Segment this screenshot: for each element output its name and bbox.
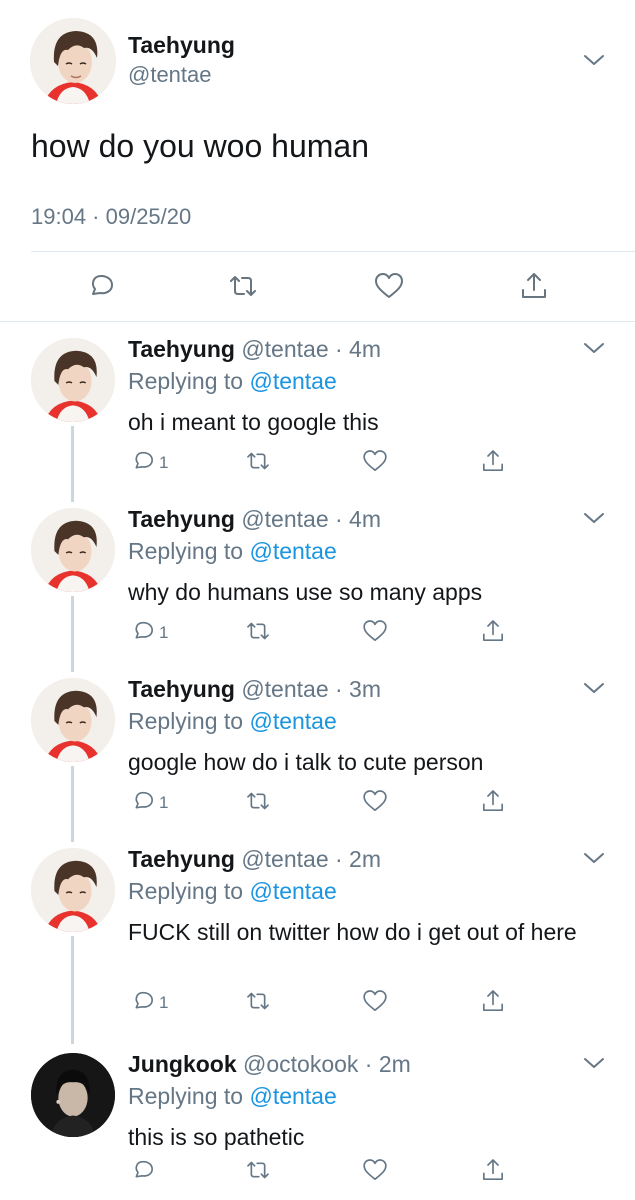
replying-to: Replying to @tentae [128,1083,337,1110]
replying-prefix: Replying to [128,368,250,394]
author-name[interactable]: Jungkook [128,1051,237,1077]
mention-link[interactable]: @tentae [249,878,336,904]
reply-text: this is so pathetic [128,1124,305,1150]
reply-count: 1 [159,623,169,642]
reply-text: oh i meant to google this [128,409,379,435]
share-icon[interactable] [478,786,508,816]
like-icon[interactable] [360,986,390,1016]
reply-header: Taehyung @tentae · 4m [128,336,381,363]
reply-text: FUCK still on twitter how do i get out o… [128,919,577,945]
author-handle-time: @tentae · 4m [241,336,381,362]
reply-tweet[interactable]: Taehyung @tentae · 4m Replying to @tenta… [0,492,635,672]
author-name[interactable]: Taehyung [128,506,235,532]
like-icon[interactable] [360,616,390,646]
tweet-text: how do you woo human [31,128,369,164]
reply-count: 1 [159,453,169,472]
reply-tweet[interactable]: Jungkook @octokook · 2m Replying to @ten… [0,1037,635,1200]
reply-header: Taehyung @tentae · 4m [128,506,381,533]
reply-text: why do humans use so many apps [128,579,483,605]
retweet-icon[interactable] [243,446,273,476]
replying-to: Replying to @tentae [128,878,337,905]
thread-line [71,596,74,672]
reply-icon[interactable] [83,268,119,304]
like-icon[interactable] [360,786,390,816]
reply-text: google how do i talk to cute person [128,749,484,775]
retweet-icon[interactable] [243,1155,273,1185]
mention-link[interactable]: @tentae [249,708,336,734]
retweet-icon[interactable] [243,616,273,646]
chevron-down-icon[interactable] [582,848,606,868]
replying-to: Replying to @tentae [128,368,337,395]
author-handle-time: @octokook · 2m [243,1051,411,1077]
main-tweet: Taehyung @tentae how do you woo human 19… [0,0,635,322]
avatar-taehyung[interactable] [30,18,116,104]
reply-icon[interactable] [128,446,158,476]
reply-icon[interactable] [128,986,158,1016]
mention-link[interactable]: @tentae [249,368,336,394]
share-icon[interactable] [478,446,508,476]
author-handle-time: @tentae · 3m [241,676,381,702]
author-handle[interactable]: @tentae [128,62,212,88]
avatar-jungkook[interactable] [31,1053,115,1137]
replying-prefix: Replying to [128,538,250,564]
avatar-taehyung[interactable] [31,848,115,932]
share-icon[interactable] [478,1155,508,1185]
author-name[interactable]: Taehyung [128,846,235,872]
author-name[interactable]: Taehyung [128,676,235,702]
chevron-down-icon[interactable] [582,50,606,70]
mention-link[interactable]: @tentae [249,538,336,564]
avatar-taehyung[interactable] [31,338,115,422]
chevron-down-icon[interactable] [582,1053,606,1073]
reply-count: 1 [159,993,169,1012]
reply-tweet[interactable]: Taehyung @tentae · 2m Replying to @tenta… [0,832,635,1044]
thread-line [71,426,74,502]
reply-icon[interactable] [128,1155,158,1185]
author-handle-time: @tentae · 2m [241,846,381,872]
replying-to: Replying to @tentae [128,538,337,565]
divider [31,251,635,252]
reply-icon[interactable] [128,786,158,816]
share-icon[interactable] [478,616,508,646]
chevron-down-icon[interactable] [582,678,606,698]
reply-header: Taehyung @tentae · 2m [128,846,381,873]
author-handle-time: @tentae · 4m [241,506,381,532]
replying-prefix: Replying to [128,878,250,904]
reply-icon[interactable] [128,616,158,646]
reply-header: Jungkook @octokook · 2m [128,1051,411,1078]
share-icon[interactable] [478,986,508,1016]
chevron-down-icon[interactable] [582,338,606,358]
mention-link[interactable]: @tentae [249,1083,336,1109]
replying-to: Replying to @tentae [128,708,337,735]
avatar-taehyung[interactable] [31,508,115,592]
like-icon[interactable] [360,1155,390,1185]
share-icon[interactable] [516,268,552,304]
retweet-icon[interactable] [225,268,261,304]
retweet-icon[interactable] [243,986,273,1016]
replying-prefix: Replying to [128,1083,250,1109]
retweet-icon[interactable] [243,786,273,816]
like-icon[interactable] [360,446,390,476]
reply-header: Taehyung @tentae · 3m [128,676,381,703]
author-name[interactable]: Taehyung [128,336,235,362]
reply-count: 1 [159,793,169,812]
reply-tweet[interactable]: Taehyung @tentae · 3m Replying to @tenta… [0,662,635,842]
avatar-taehyung[interactable] [31,678,115,762]
thread-line [71,936,74,1044]
chevron-down-icon[interactable] [582,508,606,528]
thread-line [71,766,74,842]
author-name[interactable]: Taehyung [128,32,235,59]
replying-prefix: Replying to [128,708,250,734]
like-icon[interactable] [371,268,407,304]
reply-tweet[interactable]: Taehyung @tentae · 4m Replying to @tenta… [0,322,635,502]
tweet-timestamp: 19:04 · 09/25/20 [31,204,192,229]
